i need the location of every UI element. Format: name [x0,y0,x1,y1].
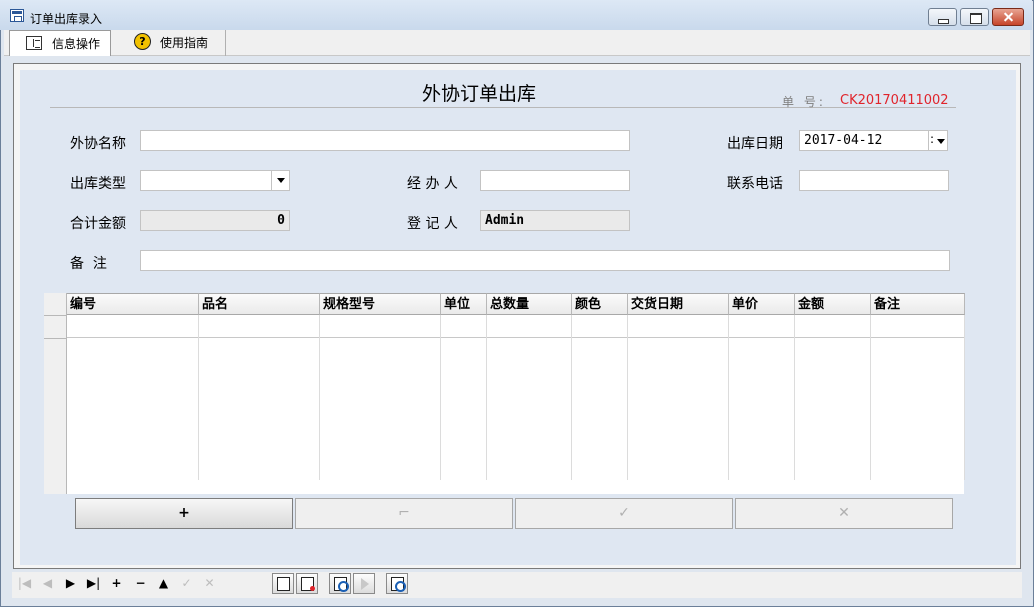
grid-col-line [870,315,871,480]
detail-grid[interactable] [44,293,989,494]
total-amount-value: 0 [140,210,290,231]
handler-label: 经 办 人 [407,176,458,192]
app-icon [10,9,24,22]
order-no-label: 单 号: [782,95,826,109]
col-header-amount[interactable]: 金额 [795,293,871,315]
play-icon[interactable] [353,573,375,594]
remark-label: 备 注 [70,256,107,272]
print-preview-icon[interactable] [329,573,351,594]
col-header-unit[interactable]: 单位 [441,293,487,315]
save-row-button[interactable]: ✓ [515,498,733,529]
col-header-remark[interactable]: 备注 [871,293,965,315]
prev-record-icon[interactable]: ◀ [37,574,58,593]
col-header-delivery-date[interactable]: 交货日期 [628,293,729,315]
title-bar: 订单出库录入 [0,0,1032,30]
grid-col-line [198,315,199,480]
phone-input[interactable] [799,170,949,191]
remark-input[interactable] [140,250,950,271]
next-record-icon[interactable]: ▶ [60,574,81,593]
add-row-button[interactable]: + [75,498,293,529]
print-setup-icon[interactable] [296,573,318,594]
col-header-unit-price[interactable]: 单价 [729,293,795,315]
phone-label: 联系电话 [727,176,783,192]
tab-bar: 信息操作 ? 使用指南 [4,30,1030,56]
grid-col-line [964,315,965,480]
tab-user-guide[interactable]: ? 使用指南 [112,30,226,56]
total-amount-label: 合计金额 [70,216,126,232]
info-panel-icon [26,36,42,50]
maximize-button[interactable] [960,8,989,26]
close-button[interactable] [992,8,1024,26]
delete-row-button[interactable]: ✕ [735,498,953,529]
help-icon: ? [134,33,151,50]
search-icon[interactable] [386,573,408,594]
col-header-code[interactable]: 编号 [67,293,199,315]
print-icon[interactable] [272,573,294,594]
row-indicator-column [44,293,67,494]
grid-col-line [728,315,729,480]
col-header-name[interactable]: 品名 [199,293,320,315]
last-record-icon[interactable]: ▶| [83,574,104,593]
out-date-label: 出库日期 [727,136,783,152]
grid-row-line [67,337,964,338]
recorder-value: Admin [480,210,630,231]
handler-input[interactable] [480,170,630,191]
recorder-label: 登 记 人 [407,216,458,232]
grid-filler [964,293,989,494]
post-record-icon[interactable]: ✓ [176,574,197,593]
order-no-value: CK20170411002 [840,93,949,108]
edit-row-button[interactable]: ⌐ [295,498,513,529]
partner-label: 外协名称 [70,136,126,152]
chevron-down-icon[interactable] [271,170,289,191]
grid-col-line [440,315,441,480]
insert-record-icon[interactable]: + [106,574,127,593]
tab-label: 信息操作 [52,37,101,51]
partner-input[interactable] [140,130,630,151]
out-type-label: 出库类型 [70,176,126,192]
date-dropdown-button[interactable] [928,130,948,151]
grid-col-line [571,315,572,480]
out-date-input[interactable]: 2017-04-12 [799,130,929,151]
grid-col-line [627,315,628,480]
col-header-color[interactable]: 颜色 [572,293,628,315]
cancel-record-icon[interactable]: ✕ [199,574,220,593]
col-header-quantity[interactable]: 总数量 [487,293,572,315]
grid-col-line [319,315,320,480]
window-title: 订单出库录入 [30,12,103,26]
grid-col-line [794,315,795,480]
edit-record-icon[interactable]: ▲ [153,574,174,593]
tab-info-operation[interactable]: 信息操作 [9,30,111,56]
out-type-select[interactable] [140,170,290,191]
col-header-spec[interactable]: 规格型号 [320,293,441,315]
grid-col-line [486,315,487,480]
delete-record-icon[interactable]: − [130,574,151,593]
first-record-icon[interactable]: |◀ [14,574,35,593]
minimize-button[interactable] [928,8,957,26]
tab-label: 使用指南 [160,36,209,50]
form-title: 外协订单出库 [422,83,537,105]
